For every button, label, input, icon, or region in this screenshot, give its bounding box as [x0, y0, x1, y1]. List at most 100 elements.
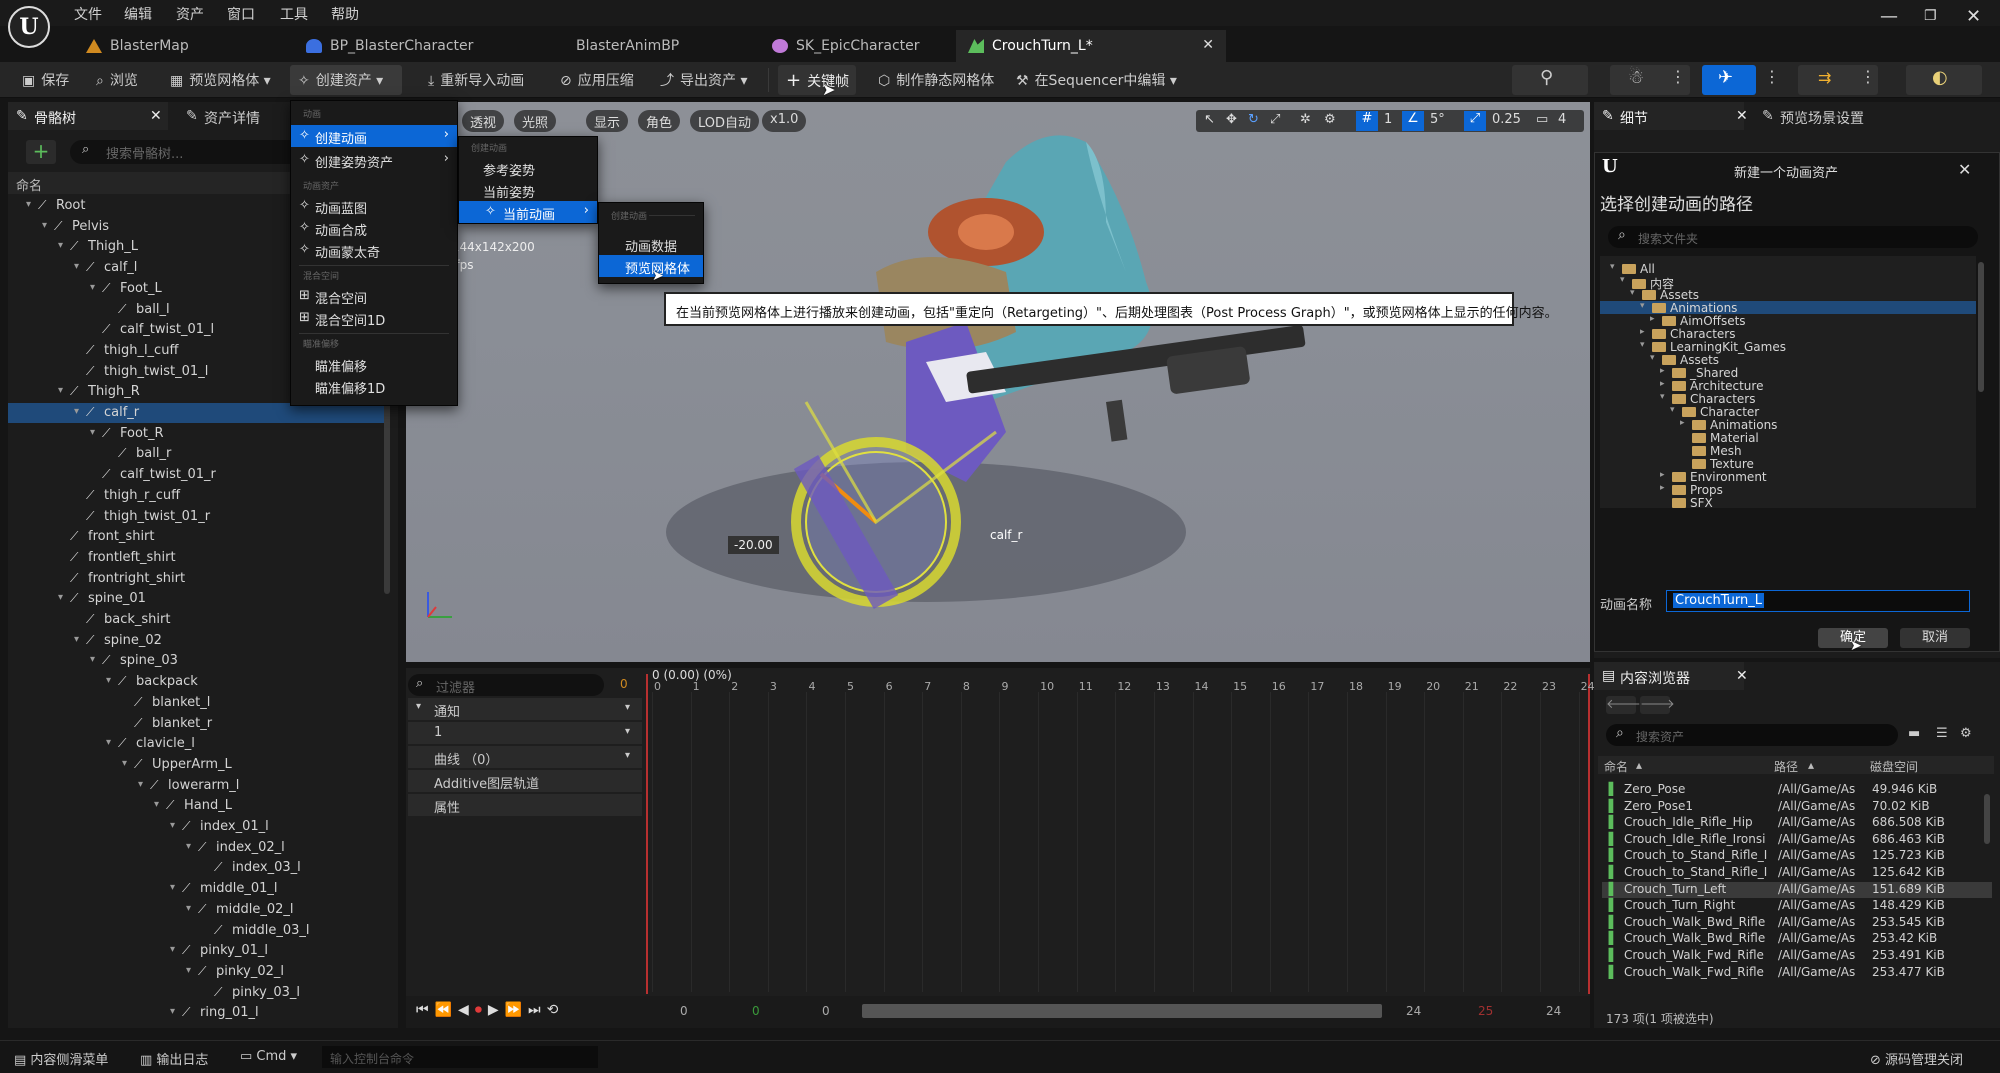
- dialog-close-icon[interactable]: ✕: [1958, 160, 1971, 179]
- folder-tree-scrollbar[interactable]: [1978, 262, 1984, 392]
- bone-row[interactable]: ▾ ⟋ pinky_02_l: [8, 962, 386, 982]
- folder-row[interactable]: Mesh: [1600, 444, 1976, 458]
- menu-edit[interactable]: 编辑: [124, 4, 152, 24]
- close-tab-icon[interactable]: ✕: [1202, 37, 1214, 53]
- menu-create-pose-asset[interactable]: ✧ 创建姿势资产 ›: [291, 149, 457, 171]
- maximize-icon[interactable]: ❐: [1924, 8, 1937, 24]
- export-asset-button[interactable]: ⤴ 导出资产 ▾: [660, 70, 747, 90]
- asset-row[interactable]: ▐ Crouch_Walk_Bwd_Rifle/All/Game/As 253.42…: [1602, 931, 1992, 947]
- unreal-logo-icon[interactable]: U: [8, 6, 50, 48]
- bone-row[interactable]: ▾ ⟋ calf_r: [8, 403, 386, 423]
- preview-mesh-button[interactable]: ▦ 预览网格体 ▾: [170, 70, 271, 90]
- bone-row[interactable]: ⟋ frontright_shirt: [8, 569, 386, 589]
- tab-skeleton-tree[interactable]: ✎ 骨骼树 ✕: [8, 102, 168, 130]
- view-start-frame[interactable]: 0: [752, 1004, 760, 1018]
- expand-arrow-icon[interactable]: ▾: [90, 282, 95, 293]
- bone-row[interactable]: ▾ ⟋ Hand_L: [8, 796, 386, 816]
- skip-end-icon[interactable]: ⏭: [528, 1002, 547, 1018]
- folder-row[interactable]: ▾ Assets: [1600, 288, 1976, 302]
- create-asset-button[interactable]: ✧ 创建资产 ▾: [298, 70, 383, 90]
- output-log-button[interactable]: ▥ 输出日志: [140, 1049, 208, 1068]
- folder-row[interactable]: ▸ Characters: [1600, 327, 1976, 341]
- expand-arrow-icon[interactable]: ▾: [26, 199, 31, 210]
- angle-snap-icon[interactable]: ∠: [1402, 111, 1424, 131]
- bone-row[interactable]: ▾ ⟋ backpack: [8, 672, 386, 692]
- dropdown-icon[interactable]: ▾: [625, 750, 630, 761]
- expand-arrow-icon[interactable]: ▾: [74, 261, 79, 272]
- tab-blasteranimbp[interactable]: BlasterAnimBP: [540, 30, 693, 62]
- end-marker[interactable]: [1588, 674, 1590, 994]
- tab-blastermap[interactable]: BlasterMap: [74, 30, 203, 62]
- folder-row[interactable]: ▾ Assets: [1600, 353, 1976, 367]
- bone-row[interactable]: ⟋ calf_twist_01_r: [8, 465, 386, 485]
- menu-preview-mesh[interactable]: 预览网格体: [599, 255, 703, 277]
- step-forward-icon[interactable]: ⏩: [505, 1002, 528, 1018]
- folder-row[interactable]: Texture: [1600, 457, 1976, 471]
- asset-list-scrollbar[interactable]: [1984, 794, 1990, 844]
- collapse-arrow-icon[interactable]: ▾: [1660, 392, 1665, 402]
- expand-arrow-icon[interactable]: ▸: [1640, 327, 1645, 337]
- tab-details[interactable]: ✎ 细节 ✕: [1594, 102, 1748, 130]
- dropdown-icon[interactable]: ▾: [625, 726, 630, 737]
- expand-arrow-icon[interactable]: ▸: [1650, 314, 1655, 324]
- asset-row[interactable]: ▐ Crouch_to_Stand_Rifle_I/All/Game/As 125.…: [1602, 848, 1992, 864]
- expand-arrow-icon[interactable]: ▾: [186, 841, 191, 852]
- collapse-arrow-icon[interactable]: ▾: [1610, 262, 1615, 272]
- rotate-icon[interactable]: ↻: [1248, 112, 1259, 127]
- bone-row[interactable]: ▾ ⟋ middle_02_l: [8, 900, 386, 920]
- menu-anim-montage[interactable]: ✧ 动画蒙太奇: [291, 239, 457, 261]
- more-options-icon-3[interactable]: ⋮: [1860, 67, 1876, 86]
- close-panel-icon[interactable]: ✕: [150, 108, 162, 124]
- source-control-button[interactable]: ⊘ 源码管理关闭: [1870, 1049, 1963, 1068]
- skip-start-icon[interactable]: ⏮: [416, 1002, 435, 1018]
- scale-icon[interactable]: ⤢: [1270, 112, 1280, 127]
- asset-row[interactable]: ▐ Crouch_Turn_Right/All/Game/As 148.429 Ki…: [1602, 898, 1992, 914]
- save-button[interactable]: ▣ 保存: [22, 70, 69, 90]
- menu-asset[interactable]: 资产: [176, 4, 204, 24]
- asset-row[interactable]: ▐ Zero_Pose/All/Game/As 49.946 KiB: [1602, 782, 1992, 798]
- add-bone-button[interactable]: +: [26, 140, 56, 164]
- menu-tools[interactable]: 工具: [280, 4, 308, 24]
- asset-row[interactable]: ▐ Crouch_Walk_Fwd_Rifle/All/Game/As 253.47…: [1602, 965, 1992, 981]
- back-arrow-icon[interactable]: 🡐: [1606, 696, 1641, 714]
- bone-row[interactable]: ▾ ⟋ spine_03: [8, 651, 386, 671]
- grid-snap-value[interactable]: 1: [1384, 112, 1392, 127]
- range-start-frame[interactable]: 0: [822, 1004, 830, 1018]
- folder-row[interactable]: ▸ AimOffsets: [1600, 314, 1976, 328]
- bone-row[interactable]: ▾ ⟋ UpperArm_L: [8, 755, 386, 775]
- bone-row[interactable]: ⟋ thigh_r_cuff: [8, 486, 386, 506]
- grid-snap-icon[interactable]: #: [1356, 111, 1378, 131]
- expand-arrow-icon[interactable]: ▸: [1660, 483, 1665, 493]
- menu-blendspace-1d[interactable]: ⊞ 混合空间1D: [291, 307, 457, 329]
- bone-row[interactable]: ▾ ⟋ spine_01: [8, 589, 386, 609]
- expand-arrow-icon[interactable]: ▾: [42, 220, 47, 231]
- collapse-arrow-icon[interactable]: ▾: [1640, 340, 1645, 350]
- track-notify-1[interactable]: 1 ▾: [408, 722, 642, 744]
- bone-row[interactable]: ⟋ back_shirt: [8, 610, 386, 630]
- bone-row[interactable]: ⟋ ball_r: [8, 444, 386, 464]
- folder-row[interactable]: ▸ Architecture: [1600, 379, 1976, 393]
- bone-row[interactable]: ⟋ frontleft_shirt: [8, 548, 386, 568]
- expand-arrow-icon[interactable]: ▾: [90, 654, 95, 665]
- apply-compression-button[interactable]: ⊘ 应用压缩: [560, 70, 634, 90]
- bone-row[interactable]: ⟋ blanket_l: [8, 693, 386, 713]
- folder-row[interactable]: ▾ All: [1600, 262, 1976, 276]
- expand-arrow-icon[interactable]: ▾: [186, 903, 191, 914]
- menu-aim-offset-1d[interactable]: 瞄准偏移1D: [291, 375, 457, 397]
- key-button[interactable]: + 关键帧: [786, 70, 849, 91]
- expand-arrow-icon[interactable]: ▾: [170, 944, 175, 955]
- menu-blendspace[interactable]: ⊞ 混合空间: [291, 285, 457, 307]
- expand-arrow-icon[interactable]: ▾: [58, 385, 63, 396]
- folder-row[interactable]: ▾ 内容: [1600, 275, 1976, 291]
- close-panel-icon[interactable]: ✕: [1736, 668, 1748, 684]
- expand-arrow-icon[interactable]: ▾: [74, 634, 79, 645]
- playhead[interactable]: [646, 674, 648, 994]
- expand-arrow-icon[interactable]: ▾: [186, 965, 191, 976]
- bone-row[interactable]: ▾ ⟋ middle_01_l: [8, 879, 386, 899]
- bone-row[interactable]: ⟋ front_shirt: [8, 527, 386, 547]
- playback-speed-button[interactable]: x1.0: [762, 110, 807, 132]
- loop-icon[interactable]: ⟲: [547, 1002, 565, 1018]
- menu-anim-blueprint[interactable]: ✧ 动画蓝图: [291, 195, 457, 217]
- asset-row[interactable]: ▐ Crouch_Walk_Bwd_Rifle/All/Game/As 253.54…: [1602, 915, 1992, 931]
- cmd-dropdown[interactable]: ▭ Cmd ▾: [240, 1049, 297, 1064]
